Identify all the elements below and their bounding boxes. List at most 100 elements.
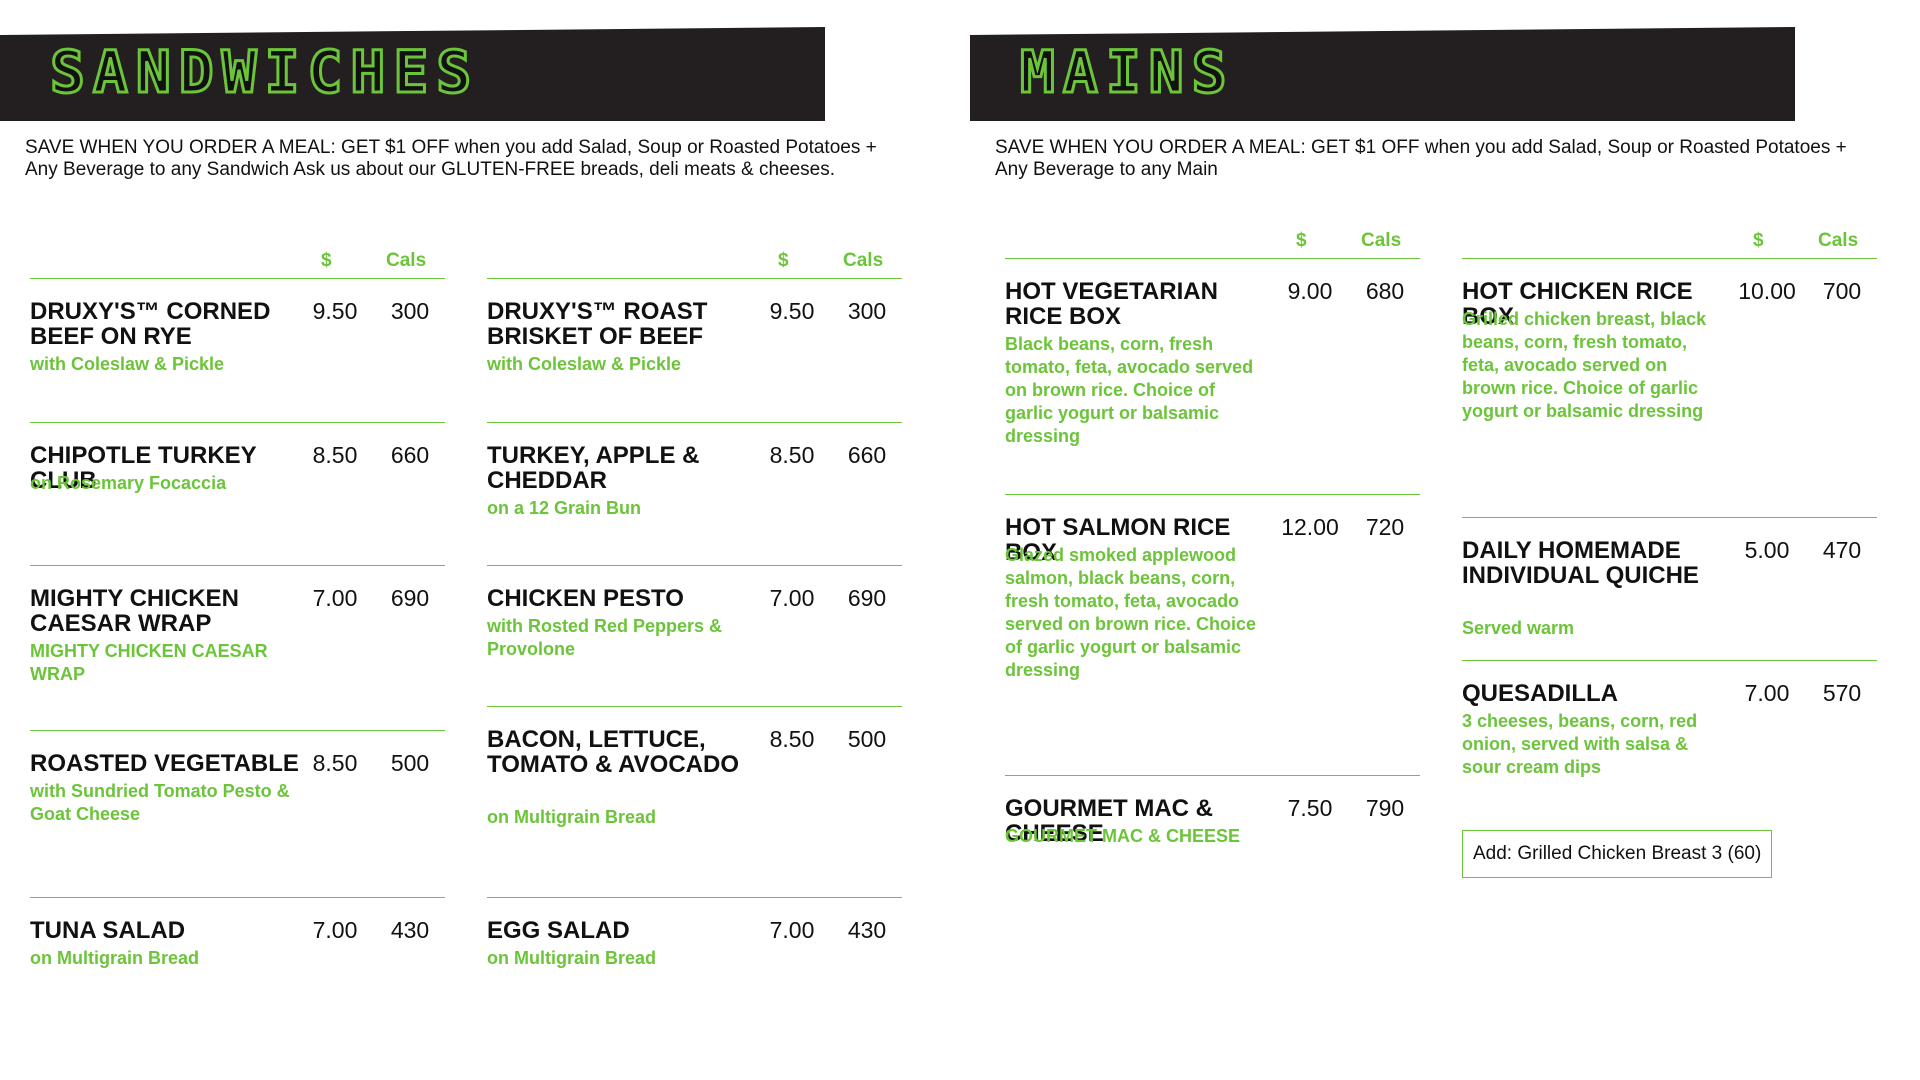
item-cals: 660 xyxy=(390,442,430,468)
item-price: 9.00 xyxy=(1287,278,1333,304)
item-price: 7.00 xyxy=(769,585,815,611)
item-description: Served warm xyxy=(1462,618,1575,638)
menu-item: HOT SALMON RICE BOX 12.00 720 Glazed smoked… xyxy=(1005,495,1420,776)
item-cals: 500 xyxy=(390,750,430,776)
menu-item: EGG SALAD 7.00 430 on Multigrain Bread xyxy=(487,898,902,998)
item-price: 10.00 xyxy=(1738,278,1796,304)
item-cals: 720 xyxy=(1365,514,1405,540)
menu-item: MIGHTY CHICKEN CAESAR WRAP 7.00 690 MIGHTY … xyxy=(30,566,445,731)
item-price: 5.00 xyxy=(1744,537,1790,563)
price-header: $ xyxy=(778,250,789,271)
column-header: $ Cals xyxy=(30,250,445,279)
item-cals: 300 xyxy=(847,298,887,324)
item-price: 8.50 xyxy=(312,750,358,776)
column-header: $ Cals xyxy=(1462,230,1877,259)
item-description: MIGHTY CHICKEN CAESAR WRAP xyxy=(30,641,268,684)
item-price: 7.50 xyxy=(1287,795,1333,821)
column-header: $ Cals xyxy=(1005,230,1420,259)
mains-promo: SAVE WHEN YOU ORDER A MEAL: GET $1 OFF w… xyxy=(995,137,1847,180)
item-name: EGG SALAD xyxy=(487,917,630,944)
item-name: CHICKEN PESTO xyxy=(487,585,684,612)
item-cals: 570 xyxy=(1822,680,1862,706)
item-cals: 430 xyxy=(390,917,430,943)
item-price: 8.50 xyxy=(312,442,358,468)
cals-header: Cals xyxy=(1361,230,1402,251)
sandwiches-promo: SAVE WHEN YOU ORDER A MEAL: GET $1 OFF w… xyxy=(25,137,877,180)
price-header: $ xyxy=(1753,230,1764,251)
menu-item: GOURMET MAC & CHEESE 7.50 790 GOURMET MAC &… xyxy=(1005,776,1420,926)
sandwiches-title: SANDWICHES xyxy=(48,38,480,106)
menu-item: HOT CHICKEN RICE BOX 10.00 700 Grilled chic… xyxy=(1462,259,1877,518)
item-name: DAILY HOMEMADE INDIVIDUAL QUICHE xyxy=(1462,537,1699,589)
cals-header: Cals xyxy=(843,250,884,271)
item-price: 7.00 xyxy=(1744,680,1790,706)
item-cals: 430 xyxy=(847,917,887,943)
item-price: 8.50 xyxy=(769,442,815,468)
item-description: 3 cheeses, beans, corn, red onion, serve… xyxy=(1462,711,1698,777)
addon-box: Add: Grilled Chicken Breast 3 (60) xyxy=(1462,830,1773,878)
item-price: 8.50 xyxy=(769,726,815,752)
mains-banner: MAINS xyxy=(970,27,1795,121)
item-name: DRUXY'S™ ROAST BRISKET OF BEEF xyxy=(487,298,708,350)
item-cals: 500 xyxy=(847,726,887,752)
item-price: 7.00 xyxy=(312,585,358,611)
item-cals: 300 xyxy=(390,298,430,324)
item-description: Glazed smoked applewood salmon, black be… xyxy=(1005,545,1257,680)
item-description: on a 12 Grain Bun xyxy=(487,498,642,518)
menu-item: QUESADILLA 7.00 570 3 cheeses, beans, corn,… xyxy=(1462,661,1877,811)
menu-item: DRUXY'S™ CORNED BEEF ON RYE 9.50 300 with C… xyxy=(30,279,445,423)
item-cals: 690 xyxy=(390,585,430,611)
item-price: 9.50 xyxy=(312,298,358,324)
mains-column-1: $ Cals HOT VEGETARIAN RICE BOX 9.00 680 Bla… xyxy=(1005,230,1420,926)
item-description: with Sundried Tomato Pesto & Goat Cheese xyxy=(30,781,290,824)
item-description: with Rosted Red Peppers & Provolone xyxy=(487,616,723,659)
item-name: ROASTED VEGETABLE xyxy=(30,750,299,777)
item-name: DRUXY'S™ CORNED BEEF ON RYE xyxy=(30,298,271,350)
item-description: Black beans, corn, fresh tomato, feta, a… xyxy=(1005,334,1254,446)
mains-title: MAINS xyxy=(1019,38,1235,106)
item-cals: 680 xyxy=(1365,278,1405,304)
price-header: $ xyxy=(1296,230,1307,251)
item-description: on Multigrain Bread xyxy=(487,948,657,968)
item-name: BACON, LETTUCE, TOMATO & AVOCADO xyxy=(487,726,739,778)
cals-header: Cals xyxy=(386,250,427,271)
sandwiches-panel: SANDWICHES SAVE WHEN YOU ORDER A MEAL: G… xyxy=(0,0,930,1080)
item-name: TURKEY, APPLE & CHEDDAR xyxy=(487,442,700,494)
item-description: with Coleslaw & Pickle xyxy=(30,354,225,374)
item-description: with Coleslaw & Pickle xyxy=(487,354,682,374)
item-description: on Multigrain Bread xyxy=(30,948,200,968)
sandwiches-column-1: $ Cals DRUXY'S™ CORNED BEEF ON RYE 9.50 30… xyxy=(30,250,445,998)
column-header: $ Cals xyxy=(487,250,902,279)
item-name: TUNA SALAD xyxy=(30,917,186,944)
menu-item: BACON, LETTUCE, TOMATO & AVOCADO 8.50 500 o… xyxy=(487,707,902,898)
menu-item: TUNA SALAD 7.00 430 on Multigrain Bread xyxy=(30,898,445,998)
mains-panel: MAINS SAVE WHEN YOU ORDER A MEAL: GET $1… xyxy=(970,0,1900,1080)
item-cals: 660 xyxy=(847,442,887,468)
sandwiches-banner: SANDWICHES xyxy=(0,27,825,121)
sandwiches-column-2: $ Cals DRUXY'S™ ROAST BRISKET OF BEEF 9.5… xyxy=(487,250,902,998)
price-header: $ xyxy=(321,250,332,271)
item-cals: 690 xyxy=(847,585,887,611)
item-description: on Rosemary Focaccia xyxy=(30,473,227,493)
menu-item: TURKEY, APPLE & CHEDDAR 8.50 660 on a 12 Gr… xyxy=(487,423,902,566)
item-description: on Multigrain Bread xyxy=(487,807,657,827)
item-cals: 700 xyxy=(1822,278,1862,304)
item-price: 12.00 xyxy=(1281,514,1339,540)
item-name: MIGHTY CHICKEN CAESAR WRAP xyxy=(30,585,239,637)
menu-item: DAILY HOMEMADE INDIVIDUAL QUICHE 5.00 470 S… xyxy=(1462,518,1877,661)
menu-item: DRUXY'S™ ROAST BRISKET OF BEEF 9.50 300 wit… xyxy=(487,279,902,423)
cals-header: Cals xyxy=(1818,230,1859,251)
item-name: QUESADILLA xyxy=(1462,680,1618,707)
item-price: 7.00 xyxy=(312,917,358,943)
menu-item: CHIPOTLE TURKEY CLUB 8.50 660 on Rosemary F… xyxy=(30,423,445,566)
item-description: GOURMET MAC & CHEESE xyxy=(1005,826,1241,846)
item-name: HOT VEGETARIAN RICE BOX xyxy=(1005,278,1218,330)
item-price: 7.00 xyxy=(769,917,815,943)
mains-column-2: $ Cals HOT CHICKEN RICE BOX 10.00 700 Grill… xyxy=(1462,230,1877,811)
item-price: 9.50 xyxy=(769,298,815,324)
item-cals: 470 xyxy=(1822,537,1862,563)
menu-item: ROASTED VEGETABLE 8.50 500 with Sundried To… xyxy=(30,731,445,898)
item-cals: 790 xyxy=(1365,795,1405,821)
item-description: Grilled chicken breast, black beans, cor… xyxy=(1462,309,1707,421)
menu-item: HOT VEGETARIAN RICE BOX 9.00 680 Black bean… xyxy=(1005,259,1420,495)
